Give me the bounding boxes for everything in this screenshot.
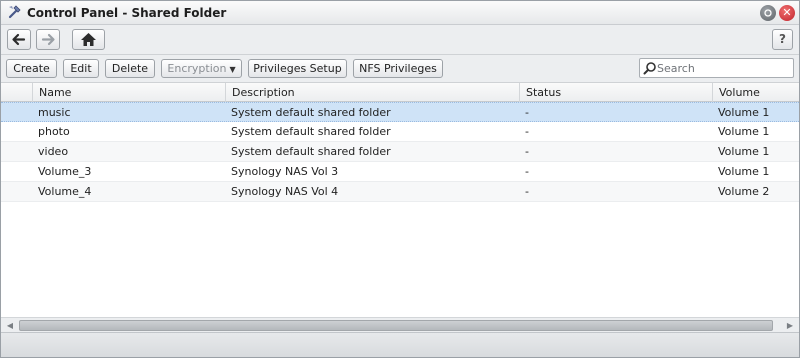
column-header-rownumber: [1, 83, 31, 102]
status-bar: [1, 332, 799, 357]
scroll-left-icon[interactable]: ◀: [3, 320, 17, 331]
table-row[interactable]: Volume_3 Synology NAS Vol 3 - Volume 1: [1, 162, 799, 182]
cell-name: Volume_3: [38, 165, 92, 178]
table-row[interactable]: video System default shared folder - Vol…: [1, 142, 799, 162]
search-box[interactable]: [639, 58, 794, 78]
cell-description: Synology NAS Vol 4: [231, 185, 339, 198]
back-button[interactable]: [7, 29, 31, 50]
encryption-dropdown[interactable]: Encryption ▼: [161, 59, 242, 78]
cell-name: video: [38, 145, 69, 158]
cell-status: -: [525, 165, 529, 178]
horizontal-scrollbar[interactable]: ◀ ▶: [1, 317, 799, 332]
arrow-left-icon: [12, 33, 26, 46]
cell-status: -: [525, 185, 529, 198]
close-icon[interactable]: ✕: [779, 5, 795, 21]
home-icon: [81, 33, 96, 46]
column-header-status[interactable]: Status: [519, 83, 711, 102]
grid-header: Name Description Status Volume: [1, 83, 799, 102]
encryption-label: Encryption: [167, 62, 227, 75]
table-row[interactable]: Volume_4 Synology NAS Vol 4 - Volume 2: [1, 182, 799, 202]
help-button[interactable]: ?: [772, 29, 793, 50]
shared-folder-window: Control Panel - Shared Folder ✕ ? Create…: [0, 0, 800, 358]
scrollbar-thumb[interactable]: [19, 320, 773, 331]
home-button[interactable]: [72, 29, 105, 50]
cell-volume: Volume 2: [718, 185, 770, 198]
edit-button[interactable]: Edit: [63, 59, 99, 78]
control-panel-icon: [8, 5, 21, 19]
cell-volume: Volume 1: [718, 125, 770, 138]
scroll-right-icon[interactable]: ▶: [783, 320, 797, 331]
cell-description: Synology NAS Vol 3: [231, 165, 339, 178]
delete-button[interactable]: Delete: [105, 59, 155, 78]
cell-description: System default shared folder: [231, 145, 391, 158]
window-title: Control Panel - Shared Folder: [27, 6, 227, 20]
cell-description: System default shared folder: [231, 106, 391, 119]
chevron-down-icon: ▼: [229, 65, 236, 74]
column-header-description[interactable]: Description: [225, 83, 518, 102]
cell-name: Volume_4: [38, 185, 92, 198]
create-button[interactable]: Create: [6, 59, 57, 78]
table-row[interactable]: music System default shared folder - Vol…: [1, 102, 799, 122]
cell-volume: Volume 1: [718, 145, 770, 158]
cell-status: -: [525, 145, 529, 158]
cell-volume: Volume 1: [718, 106, 770, 119]
cell-volume: Volume 1: [718, 165, 770, 178]
cell-status: -: [525, 125, 529, 138]
arrow-right-icon: [41, 33, 55, 46]
minimize-icon[interactable]: [760, 5, 776, 21]
column-header-volume[interactable]: Volume: [712, 83, 799, 102]
table-row[interactable]: photo System default shared folder - Vol…: [1, 122, 799, 142]
search-input[interactable]: [657, 60, 791, 76]
cell-name: photo: [38, 125, 70, 138]
navigation-bar: ?: [1, 25, 799, 55]
cell-status: -: [525, 106, 529, 119]
search-icon: [643, 62, 656, 75]
title-bar[interactable]: Control Panel - Shared Folder ✕: [1, 1, 799, 25]
nfs-privileges-button[interactable]: NFS Privileges: [353, 59, 443, 78]
privileges-setup-button[interactable]: Privileges Setup: [248, 59, 347, 78]
column-header-name[interactable]: Name: [32, 83, 224, 102]
cell-description: System default shared folder: [231, 125, 391, 138]
forward-button[interactable]: [36, 29, 60, 50]
cell-name: music: [38, 106, 71, 119]
toolbar: Create Edit Delete Encryption ▼ Privilege…: [1, 55, 799, 83]
shared-folder-grid: Name Description Status Volume music Sys…: [1, 83, 799, 317]
